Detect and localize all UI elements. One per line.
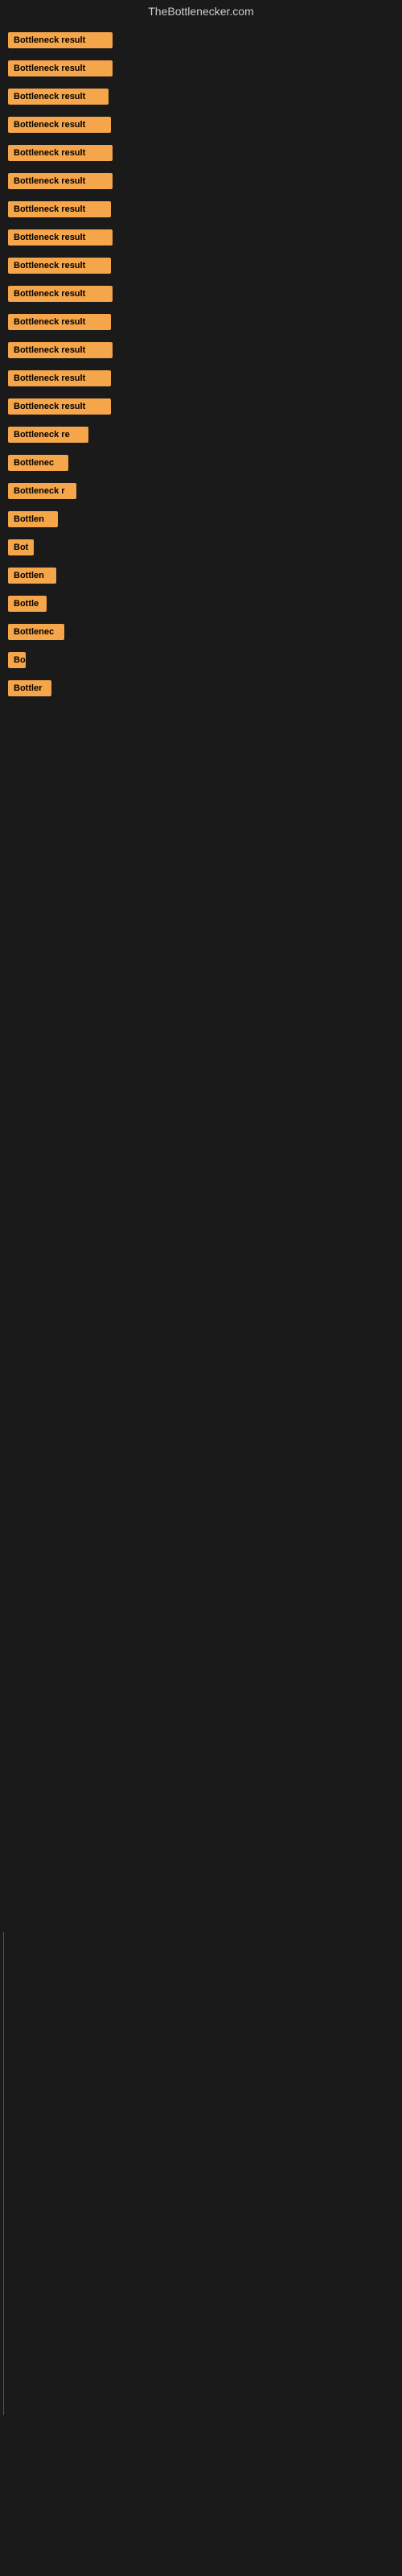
bottleneck-result-bar[interactable]: Bottleneck result <box>8 145 113 161</box>
bottleneck-result-bar[interactable]: Bottleneck result <box>8 370 111 386</box>
bar-row: Bottleneck result <box>6 170 396 196</box>
bar-row: Bottleneck re <box>6 423 396 450</box>
bottleneck-result-bar[interactable]: Bottlen <box>8 511 58 527</box>
bottleneck-result-bar[interactable]: Bottleneck result <box>8 60 113 76</box>
bottleneck-result-bar[interactable]: Bottleneck re <box>8 427 88 443</box>
vertical-axis-line <box>3 1932 4 2415</box>
bottleneck-result-bar[interactable]: Bottleneck r <box>8 483 76 499</box>
bar-row: Bottlenec <box>6 452 396 478</box>
bottleneck-result-bar[interactable]: Bottleneck result <box>8 286 113 302</box>
bar-row: Bottleneck result <box>6 57 396 84</box>
bar-row: Bottleneck result <box>6 85 396 112</box>
bar-row: Bottleneck result <box>6 226 396 253</box>
bottleneck-result-bar[interactable]: Bottleneck result <box>8 89 109 105</box>
bar-row: Bo <box>6 649 396 675</box>
bottleneck-result-bar[interactable]: Bottle <box>8 596 47 612</box>
bar-row: Bottleneck result <box>6 339 396 365</box>
bar-row: Bottleneck result <box>6 29 396 56</box>
bar-row: Bottleneck result <box>6 283 396 309</box>
bottleneck-result-bar[interactable]: Bottleneck result <box>8 32 113 48</box>
bar-row: Bottleneck result <box>6 395 396 422</box>
bar-row: Bot <box>6 536 396 563</box>
bottleneck-result-bar[interactable]: Bottleneck result <box>8 117 111 133</box>
bottleneck-result-bar[interactable]: Bottleneck result <box>8 201 111 217</box>
bottleneck-result-bar[interactable]: Bottlen <box>8 568 56 584</box>
bottleneck-result-bar[interactable]: Bo <box>8 652 26 668</box>
bar-row: Bottle <box>6 592 396 619</box>
bar-row: Bottleneck result <box>6 114 396 140</box>
bar-row: Bottlenec <box>6 621 396 647</box>
bar-row: Bottleneck result <box>6 311 396 337</box>
bar-row: Bottler <box>6 677 396 704</box>
bar-row: Bottleneck result <box>6 367 396 394</box>
chart-area: Bottleneck result Bottleneck result Bottle… <box>0 26 402 708</box>
bottleneck-result-bar[interactable]: Bottleneck result <box>8 314 111 330</box>
bottleneck-result-bar[interactable]: Bottleneck result <box>8 342 113 358</box>
bottleneck-result-bar[interactable]: Bot <box>8 539 34 555</box>
bar-row: Bottleneck result <box>6 254 396 281</box>
bottleneck-result-bar[interactable]: Bottlenec <box>8 624 64 640</box>
bar-row: Bottlen <box>6 564 396 591</box>
bottleneck-result-bar[interactable]: Bottlenec <box>8 455 68 471</box>
bottleneck-result-bar[interactable]: Bottleneck result <box>8 258 111 274</box>
bar-row: Bottlen <box>6 508 396 535</box>
site-title: TheBottlenecker.com <box>0 0 402 26</box>
bottleneck-result-bar[interactable]: Bottleneck result <box>8 398 111 415</box>
bar-row: Bottleneck result <box>6 198 396 225</box>
bar-row: Bottleneck r <box>6 480 396 506</box>
bottleneck-result-bar[interactable]: Bottleneck result <box>8 229 113 246</box>
bottleneck-result-bar[interactable]: Bottler <box>8 680 51 696</box>
bottleneck-result-bar[interactable]: Bottleneck result <box>8 173 113 189</box>
bar-row: Bottleneck result <box>6 142 396 168</box>
